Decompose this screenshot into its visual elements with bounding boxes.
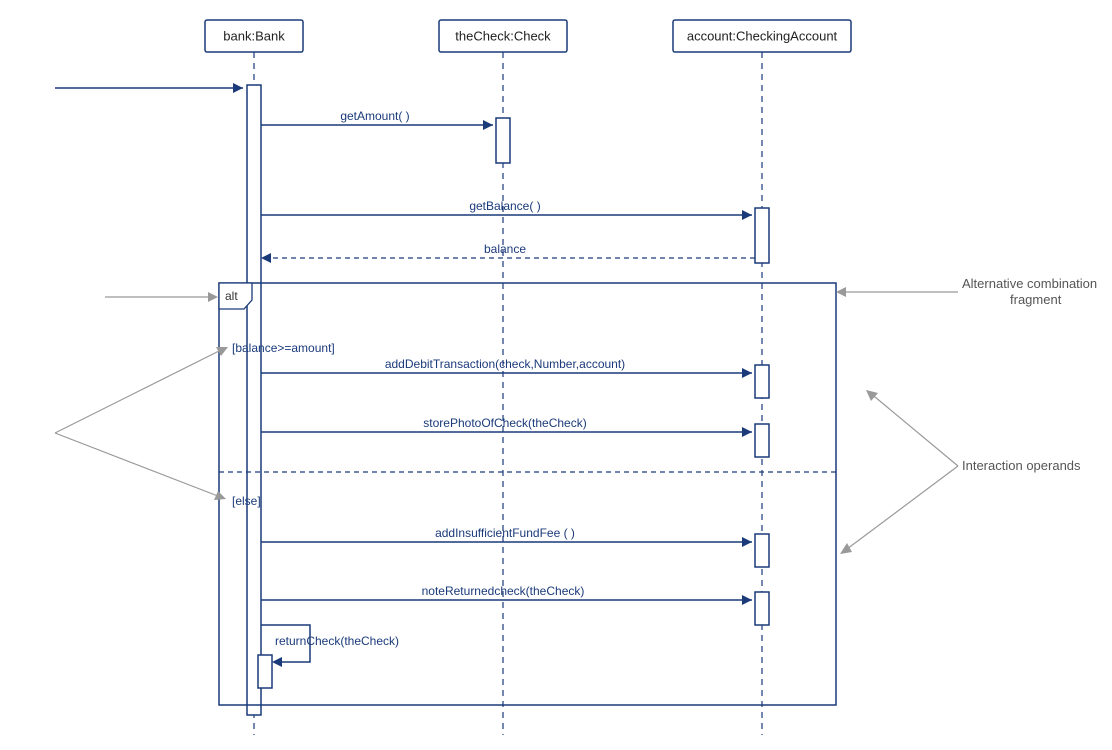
message-addInsuf-label: addInsufficientFundFee ( ) [435, 526, 575, 540]
activation-account-getBalance [755, 208, 769, 263]
activation-check-getAmount [496, 118, 510, 163]
message-storePhoto-label: storePhotoOfCheck(theCheck) [423, 416, 586, 430]
message-storePhoto: storePhotoOfCheck(theCheck) [261, 416, 752, 437]
message-balance-label: balance [484, 242, 526, 256]
message-addDebit-label: addDebitTransaction(check,Number,account… [385, 357, 625, 371]
message-returnCheck-label: returnCheck(theCheck) [275, 634, 399, 648]
alt-operator-label: alt [225, 289, 238, 303]
activation-bank-returnCheck [258, 655, 272, 688]
lifeline-account-label: account:CheckingAccount [687, 28, 838, 43]
activation-account-storePhoto [755, 424, 769, 457]
message-getBalance: getBalance( ) [261, 199, 752, 220]
message-addDebit: addDebitTransaction(check,Number,account… [261, 357, 752, 378]
activation-account-addDebit [755, 365, 769, 398]
message-balance-return: balance [261, 242, 755, 263]
annotation-interaction-operands-right: Interaction operands [840, 390, 1081, 554]
annotation-alt-fragment: Alternative combination fragment [836, 276, 1097, 307]
annotation-alt-fragment-label2: fragment [1010, 292, 1062, 307]
annotation-left-alt-tab [105, 292, 218, 302]
lifeline-bank-label: bank:Bank [223, 28, 285, 43]
message-noteReturned: noteReturnedcheck(theCheck) [261, 584, 752, 605]
lifeline-check-label: theCheck:Check [455, 28, 551, 43]
message-noteReturned-label: noteReturnedcheck(theCheck) [422, 584, 585, 598]
annotation-interaction-operands-label: Interaction operands [962, 458, 1081, 473]
activation-account-addInsuf [755, 534, 769, 567]
message-getBalance-label: getBalance( ) [469, 199, 540, 213]
activation-bank [247, 85, 261, 715]
message-addInsuf: addInsufficientFundFee ( ) [261, 526, 752, 547]
activation-account-noteReturned [755, 592, 769, 625]
found-message-arrow [55, 83, 243, 93]
guard-else: [else] [232, 494, 261, 508]
message-getAmount-label: getAmount( ) [340, 109, 409, 123]
guard-balance-ge: [balance>=amount] [232, 341, 335, 355]
message-returnCheck: returnCheck(theCheck) [261, 625, 399, 667]
annotation-alt-fragment-label1: Alternative combination [962, 276, 1097, 291]
message-getAmount: getAmount( ) [261, 109, 493, 130]
annotation-left-guards [55, 347, 228, 500]
